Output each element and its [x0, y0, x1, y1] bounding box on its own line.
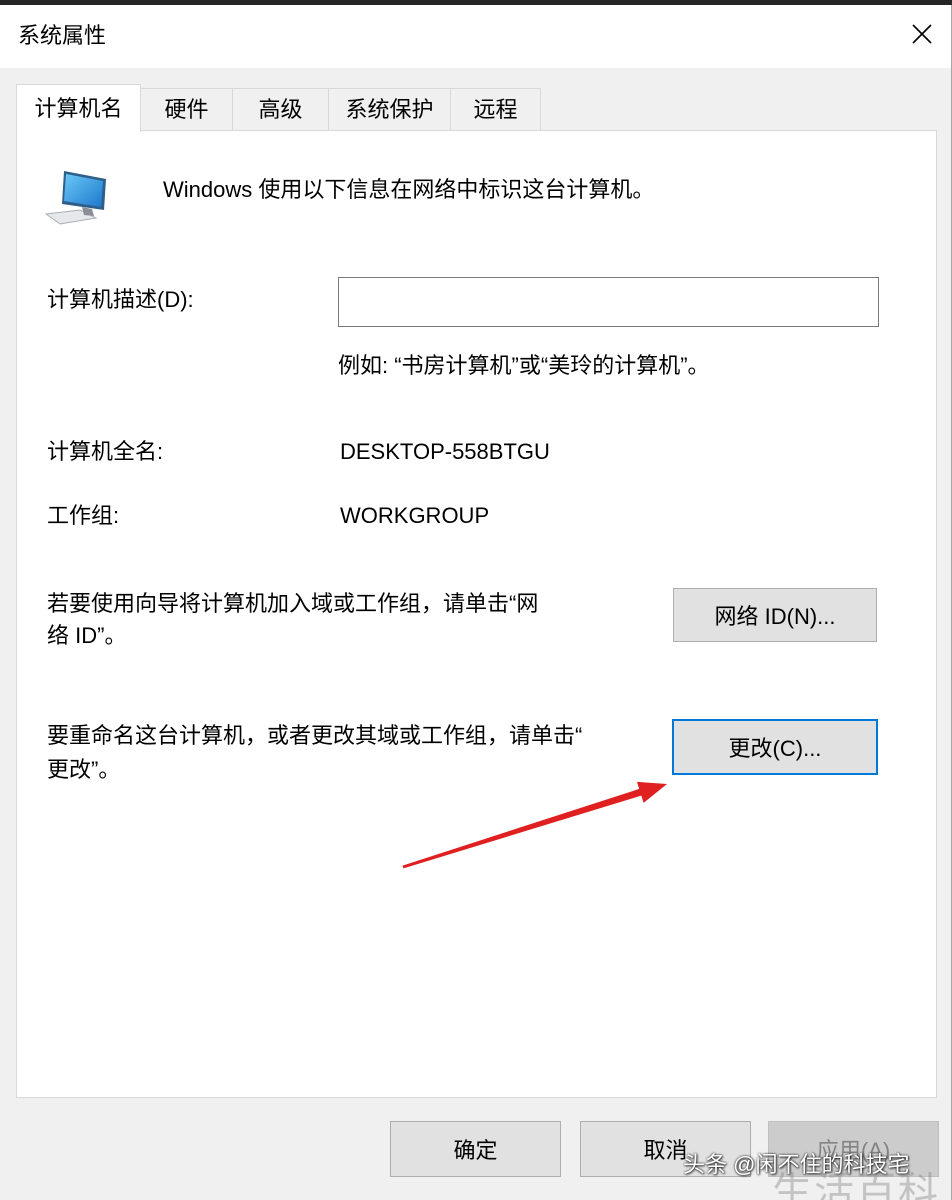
tab-system-protection[interactable]: 系统保护 [329, 88, 451, 130]
full-name-value: DESKTOP-558BTGU [340, 439, 550, 464]
intro-text: Windows 使用以下信息在网络中标识这台计算机。 [163, 177, 655, 202]
tab-label: 系统保护 [345, 96, 434, 122]
tab-label: 计算机名 [34, 95, 123, 121]
red-arrow-icon [402, 781, 667, 869]
workgroup-value: WORKGROUP [340, 503, 490, 528]
tab-advanced[interactable]: 高级 [233, 88, 329, 130]
rename-text-line: 要重命名这台计算机，或者更改其域或工作组，请单击“ [47, 723, 583, 748]
full-name-label: 计算机全名: [47, 439, 164, 464]
close-icon[interactable] [908, 20, 936, 48]
network-id-text-line: 络 ID”。 [47, 623, 127, 648]
rename-text-line: 更改”。 [47, 757, 121, 782]
change-button[interactable]: 更改(C)... [672, 719, 878, 775]
watermark-overlay: 生活百科 [772, 1172, 947, 1200]
ok-button[interactable]: 确定 [390, 1121, 561, 1177]
network-id-text-line: 若要使用向导将计算机加入域或工作组，请单击“网 [47, 591, 539, 616]
workgroup-label: 工作组: [47, 503, 120, 528]
description-hint: 例如: “书房计算机”或“美玲的计算机”。 [338, 353, 710, 378]
window-title: 系统属性 [18, 23, 107, 48]
watermark-overlay-text: 生活百科 [772, 1172, 940, 1200]
title-bar [0, 5, 952, 68]
tab-label: 硬件 [164, 96, 209, 122]
tab-label: 远程 [473, 96, 518, 122]
tab-remote[interactable]: 远程 [451, 88, 541, 130]
computer-icon [44, 166, 110, 226]
description-label: 计算机描述(D): [47, 287, 194, 312]
description-input[interactable] [338, 277, 879, 327]
tab-computer-name[interactable]: 计算机名 [16, 84, 141, 132]
tab-label: 高级 [258, 96, 303, 122]
tab-hardware[interactable]: 硬件 [141, 88, 233, 130]
network-id-button[interactable]: 网络 ID(N)... [673, 588, 877, 642]
